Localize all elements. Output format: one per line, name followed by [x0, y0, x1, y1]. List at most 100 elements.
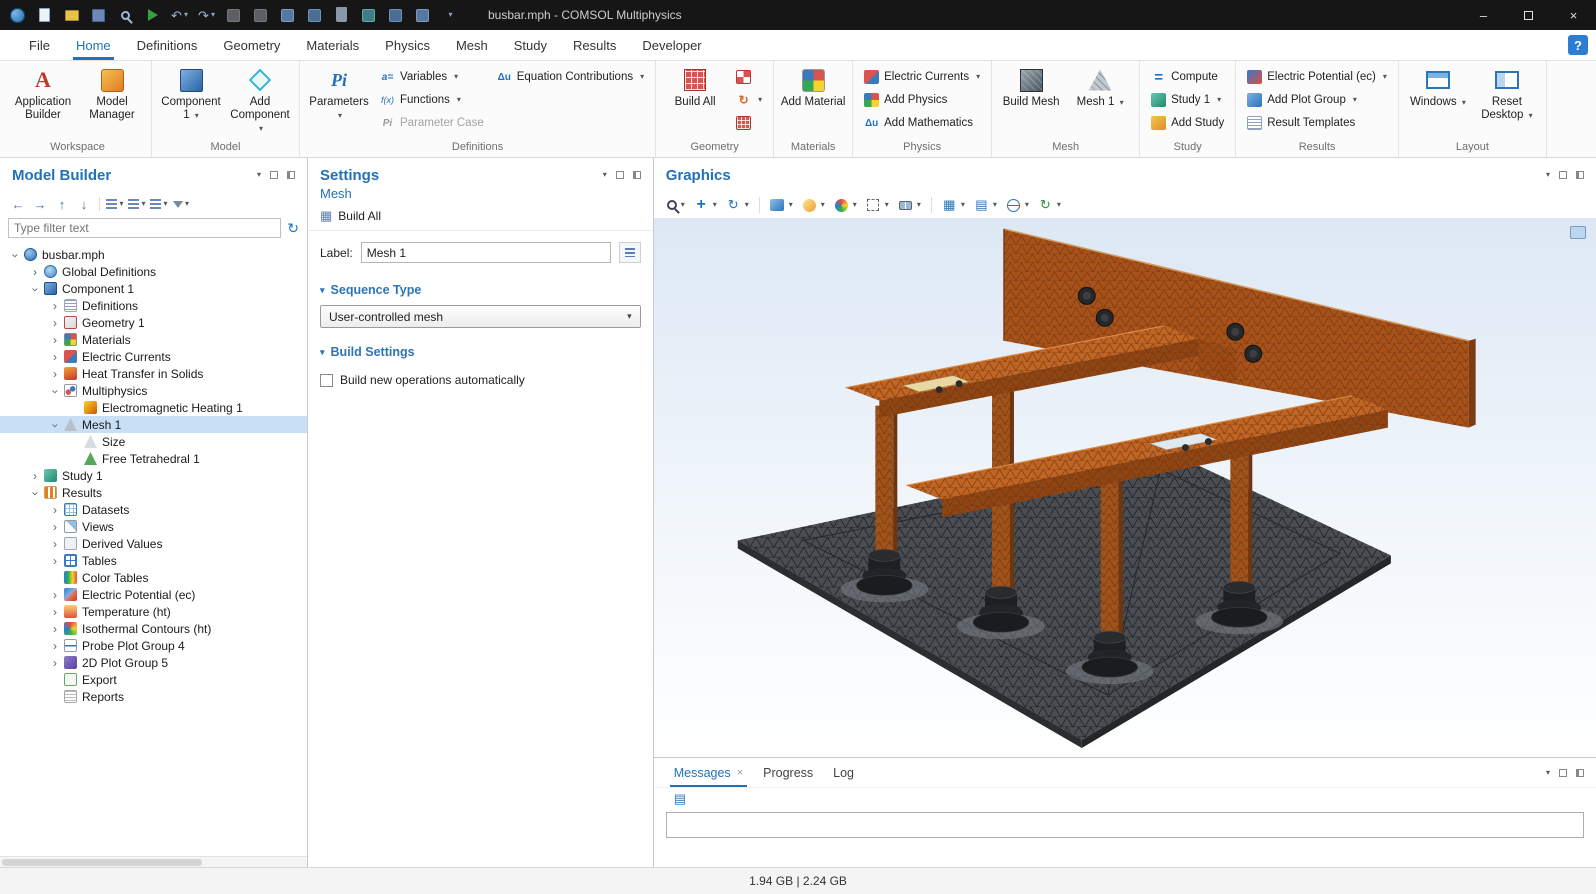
move-up-button[interactable]: ↑	[52, 194, 72, 214]
tree-item-color-tables[interactable]: ›Color Tables	[0, 569, 307, 586]
cut-button[interactable]	[221, 3, 246, 27]
color-scheme-button[interactable]: ▾	[831, 196, 860, 215]
equation-contributions-button[interactable]: Equation Contributions ▾	[492, 66, 649, 88]
show-options-button[interactable]: ▾	[105, 194, 125, 214]
component-1-button[interactable]: Component 1 ▾	[158, 64, 224, 122]
panel-menu-icon[interactable]: ▾	[1546, 769, 1550, 777]
expand-chevron-icon[interactable]: ›	[10, 248, 22, 262]
collapse-chevron-icon[interactable]: ›	[48, 606, 62, 618]
menu-tab-mesh[interactable]: Mesh	[443, 30, 501, 60]
open-file-button[interactable]	[59, 3, 84, 27]
move-down-button[interactable]: ↓	[74, 194, 94, 214]
tree-item-materials[interactable]: ›Materials	[0, 331, 307, 348]
build-all-quick-button[interactable]	[356, 3, 381, 27]
parameters-button[interactable]: Parameters ▾	[306, 64, 372, 122]
electric-potential-button[interactable]: Electric Potential (ec) ▾	[1242, 66, 1392, 88]
tab-messages[interactable]: Messages ×	[664, 758, 753, 787]
search-button[interactable]	[113, 3, 138, 27]
expand-chevron-icon[interactable]: ›	[30, 282, 42, 296]
collapse-chevron-icon[interactable]: ›	[48, 368, 62, 380]
build-mesh-button[interactable]: Build Mesh	[998, 64, 1064, 109]
tree-item-views[interactable]: ›Views	[0, 518, 307, 535]
horizontal-scrollbar[interactable]	[0, 856, 307, 867]
menu-tab-home[interactable]: Home	[63, 30, 124, 60]
float-panel-icon[interactable]	[270, 171, 278, 179]
view-button[interactable]: ▾	[767, 196, 796, 215]
save-button[interactable]	[86, 3, 111, 27]
scrollbar-thumb[interactable]	[2, 859, 202, 866]
undo-button[interactable]: ↶▾	[167, 3, 192, 27]
add-physics-button[interactable]: Add Physics	[859, 89, 985, 111]
collapse-chevron-icon[interactable]: ›	[48, 521, 62, 533]
float-panel-icon[interactable]	[616, 171, 624, 179]
menu-tab-results[interactable]: Results	[560, 30, 629, 60]
delete-button[interactable]	[329, 3, 354, 27]
sequence-type-section-header[interactable]: ▾ Sequence Type	[308, 267, 653, 304]
expand-chevron-icon[interactable]: ›	[50, 418, 62, 432]
filter-button[interactable]: ▾	[171, 194, 191, 214]
tree-item-geometry-1[interactable]: ›Geometry 1	[0, 314, 307, 331]
menu-tab-geometry[interactable]: Geometry	[210, 30, 293, 60]
graphics-context-icon[interactable]	[1570, 226, 1586, 239]
panel-menu-icon[interactable]: ▾	[603, 171, 607, 179]
tree-item-study-1[interactable]: ›Study 1	[0, 467, 307, 484]
collapse-chevron-icon[interactable]: ›	[48, 334, 62, 346]
snapshot-button[interactable]	[410, 3, 435, 27]
tree-item-definitions[interactable]: ›Definitions	[0, 297, 307, 314]
rotate-view-button[interactable]: ↻▾	[723, 196, 752, 215]
toolbar-overflow-button[interactable]: ▾	[437, 3, 462, 27]
collapse-chevron-icon[interactable]: ›	[48, 351, 62, 363]
dock-panel-icon[interactable]	[287, 171, 295, 179]
sequence-type-select[interactable]: User-controlled mesh ▾	[320, 305, 641, 328]
build-all-geometry-button[interactable]: Build All	[662, 64, 728, 109]
graphics-canvas[interactable]	[654, 218, 1596, 757]
dock-panel-icon[interactable]	[633, 171, 641, 179]
panel-menu-icon[interactable]: ▾	[1546, 171, 1550, 179]
minimize-button[interactable]: –	[1461, 0, 1506, 30]
environment-button[interactable]: ▾	[1003, 196, 1032, 215]
add-mathematics-button[interactable]: Add Mathematics	[859, 112, 985, 134]
columns-button[interactable]: ▾	[149, 194, 169, 214]
redo-button[interactable]: ↷▾	[194, 3, 219, 27]
menu-tab-study[interactable]: Study	[501, 30, 560, 60]
paste-button[interactable]	[275, 3, 300, 27]
build-all-button[interactable]: ▦ Build All	[320, 208, 381, 224]
filter-input[interactable]	[8, 218, 281, 238]
tab-progress[interactable]: Progress	[753, 758, 823, 787]
back-button[interactable]: ←	[8, 194, 28, 214]
run-button[interactable]	[140, 3, 165, 27]
windows-button[interactable]: Windows ▾	[1405, 64, 1471, 109]
image-table-button[interactable]: ▤▾	[971, 196, 1000, 215]
collapse-chevron-icon[interactable]: ›	[48, 555, 62, 567]
dock-panel-icon[interactable]	[1576, 769, 1584, 777]
build-settings-section-header[interactable]: ▾ Build Settings	[308, 329, 653, 366]
collapse-chevron-icon[interactable]: ›	[48, 504, 62, 516]
collapse-chevron-icon[interactable]: ›	[48, 657, 62, 669]
collapse-chevron-icon[interactable]: ›	[48, 589, 62, 601]
tree-item-probe-plot-group-4[interactable]: ›Probe Plot Group 4	[0, 637, 307, 654]
tree-item-component-1[interactable]: ›Component 1	[0, 280, 307, 297]
float-panel-icon[interactable]	[1559, 171, 1567, 179]
tree-item-electric-potential[interactable]: ›Electric Potential (ec)	[0, 586, 307, 603]
close-window-button[interactable]: ×	[1551, 0, 1596, 30]
tree-item-electric-currents[interactable]: ›Electric Currents	[0, 348, 307, 365]
panel-menu-icon[interactable]: ▾	[257, 171, 261, 179]
menu-tab-developer[interactable]: Developer	[629, 30, 714, 60]
application-builder-button[interactable]: Application Builder	[10, 64, 76, 122]
tree-item-reports[interactable]: ›Reports	[0, 688, 307, 705]
forward-button[interactable]: →	[30, 194, 50, 214]
collapse-chevron-icon[interactable]: ›	[48, 623, 62, 635]
geometry-virtual-operations-button[interactable]	[731, 112, 767, 134]
mesh-1-ribbon-button[interactable]: Mesh 1 ▾	[1067, 64, 1133, 109]
dock-panel-icon[interactable]	[1576, 171, 1584, 179]
zoom-button[interactable]: ▾	[664, 198, 688, 212]
tree-item-busbar-mph[interactable]: ›busbar.mph	[0, 246, 307, 263]
tree-item-export[interactable]: ›Export	[0, 671, 307, 688]
plot-grid-button[interactable]: ▦▾	[939, 196, 968, 215]
menu-tab-materials[interactable]: Materials	[293, 30, 372, 60]
tree-item-electromagnetic-heating-1[interactable]: ›Electromagnetic Heating 1	[0, 399, 307, 416]
menu-tab-physics[interactable]: Physics	[372, 30, 443, 60]
tree-item-datasets[interactable]: ›Datasets	[0, 501, 307, 518]
tree-item-isothermal-contours[interactable]: ›Isothermal Contours (ht)	[0, 620, 307, 637]
collapse-chevron-icon[interactable]: ›	[28, 470, 42, 482]
